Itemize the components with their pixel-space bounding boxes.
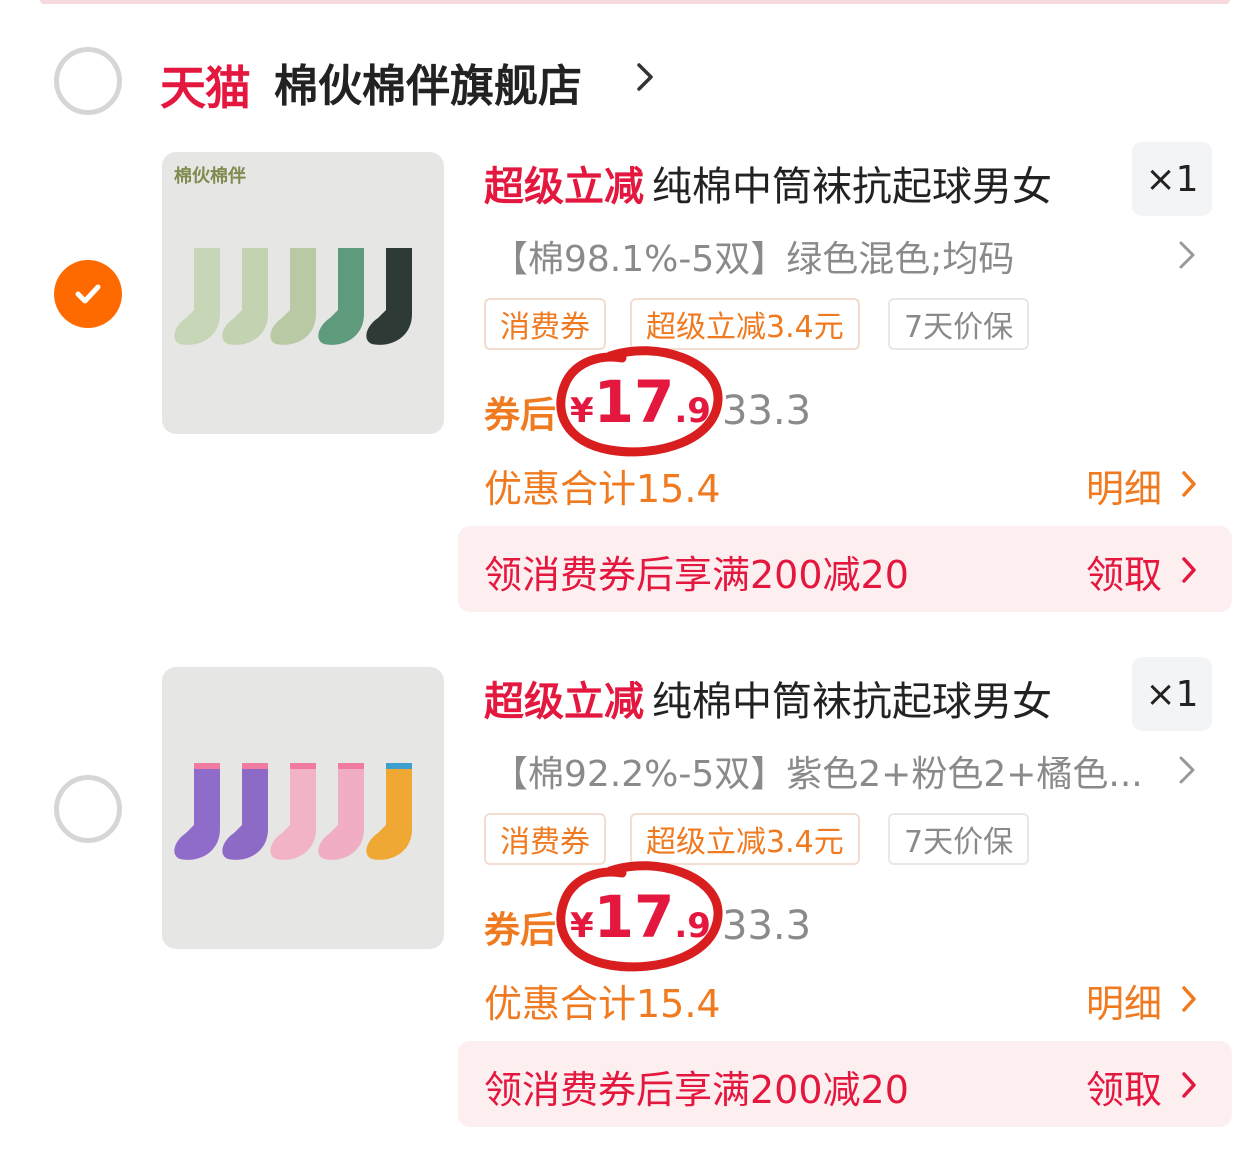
tag-price-protection: 7天价保 bbox=[888, 813, 1030, 865]
checkmark-icon bbox=[75, 284, 101, 304]
item-select-checkbox[interactable] bbox=[54, 775, 122, 843]
sock-cuff-stripe bbox=[242, 763, 268, 769]
sock-shape bbox=[366, 763, 412, 860]
product-thumbnail[interactable] bbox=[162, 667, 444, 949]
coupon-bar[interactable]: 领消费券后享满200减20 领取 bbox=[458, 1041, 1232, 1127]
detail-link[interactable]: 明细 bbox=[1086, 458, 1162, 513]
after-coupon-label: 券后 bbox=[484, 395, 557, 436]
socks-image bbox=[174, 248, 412, 345]
sock-shape bbox=[222, 763, 268, 860]
product-title[interactable]: 超级立减 纯棉中筒袜抗起球男女 bbox=[484, 154, 1052, 212]
sock-shape bbox=[366, 248, 412, 345]
sku-selector[interactable]: 【棉92.2%-5双】紫色2+粉色2+橘色... bbox=[492, 745, 1143, 797]
product-name: 纯棉中筒袜抗起球男女 bbox=[652, 164, 1052, 210]
coupon-text: 领消费券后享满200减20 bbox=[484, 1068, 909, 1112]
coupon-bar[interactable]: 领消费券后享满200减20 领取 bbox=[458, 526, 1232, 612]
after-coupon-label: 券后 bbox=[484, 910, 557, 951]
chevron-right-icon[interactable] bbox=[1176, 755, 1198, 785]
sock-shape bbox=[318, 248, 364, 345]
chevron-right-icon[interactable] bbox=[1180, 985, 1198, 1013]
thumbnail-brand-text: 棉伙棉伴 bbox=[174, 166, 246, 187]
sock-cuff-stripe bbox=[386, 763, 412, 769]
sock-shape bbox=[270, 763, 316, 860]
cart-item: 棉伙棉伴 超级立减 纯棉中筒袜抗起球男女 ×1 【棉98.1%-5双】绿色混色;均… bbox=[0, 142, 1256, 632]
quantity-button[interactable]: ×1 bbox=[1132, 657, 1212, 731]
sock-cuff-stripe bbox=[290, 763, 316, 769]
sock-shape bbox=[270, 248, 316, 345]
sock-shape bbox=[318, 763, 364, 860]
chevron-right-icon[interactable] bbox=[1176, 240, 1198, 270]
original-price: 33.3 bbox=[722, 388, 812, 434]
shop-name[interactable]: 棉伙棉伴旗舰店 bbox=[274, 50, 582, 114]
sock-shape bbox=[174, 763, 220, 860]
product-name: 纯棉中筒袜抗起球男女 bbox=[652, 679, 1052, 725]
detail-link[interactable]: 明细 bbox=[1086, 973, 1162, 1028]
chevron-right-icon[interactable] bbox=[634, 62, 656, 92]
original-price: 33.3 bbox=[722, 903, 812, 949]
sock-shape bbox=[174, 248, 220, 345]
promo-label: 超级立减 bbox=[484, 164, 644, 210]
claim-coupon-button[interactable]: 领取 bbox=[1086, 544, 1162, 599]
chevron-right-icon[interactable] bbox=[1180, 1071, 1198, 1099]
quantity-button[interactable]: ×1 bbox=[1132, 142, 1212, 216]
sku-selector[interactable]: 【棉98.1%-5双】绿色混色;均码 bbox=[492, 230, 1014, 282]
item-select-checkbox[interactable] bbox=[54, 260, 122, 328]
promo-label: 超级立减 bbox=[484, 679, 644, 725]
claim-coupon-button[interactable]: 领取 bbox=[1086, 1059, 1162, 1114]
shop-select-radio[interactable] bbox=[54, 47, 122, 115]
top-divider bbox=[40, 0, 1230, 4]
tag-price-protection: 7天价保 bbox=[888, 298, 1030, 350]
chevron-right-icon[interactable] bbox=[1180, 556, 1198, 584]
shop-header[interactable]: 天猫 棉伙棉伴旗舰店 bbox=[0, 40, 1256, 120]
sock-cuff-stripe bbox=[194, 763, 220, 769]
coupon-text: 领消费券后享满200减20 bbox=[484, 553, 909, 597]
tmall-label: 天猫 bbox=[160, 61, 251, 115]
total-discount: 优惠合计15.4 bbox=[484, 982, 721, 1026]
sock-shape bbox=[222, 248, 268, 345]
sock-cuff-stripe bbox=[338, 763, 364, 769]
socks-image bbox=[174, 763, 412, 860]
red-circle-annotation bbox=[556, 861, 723, 972]
product-thumbnail[interactable]: 棉伙棉伴 bbox=[162, 152, 444, 434]
cart-item: 超级立减 纯棉中筒袜抗起球男女 ×1 【棉92.2%-5双】紫色2+粉色2+橘色.… bbox=[0, 657, 1256, 1147]
product-title[interactable]: 超级立减 纯棉中筒袜抗起球男女 bbox=[484, 669, 1052, 727]
chevron-right-icon[interactable] bbox=[1180, 470, 1198, 498]
red-circle-annotation bbox=[556, 346, 723, 457]
total-discount: 优惠合计15.4 bbox=[484, 467, 721, 511]
